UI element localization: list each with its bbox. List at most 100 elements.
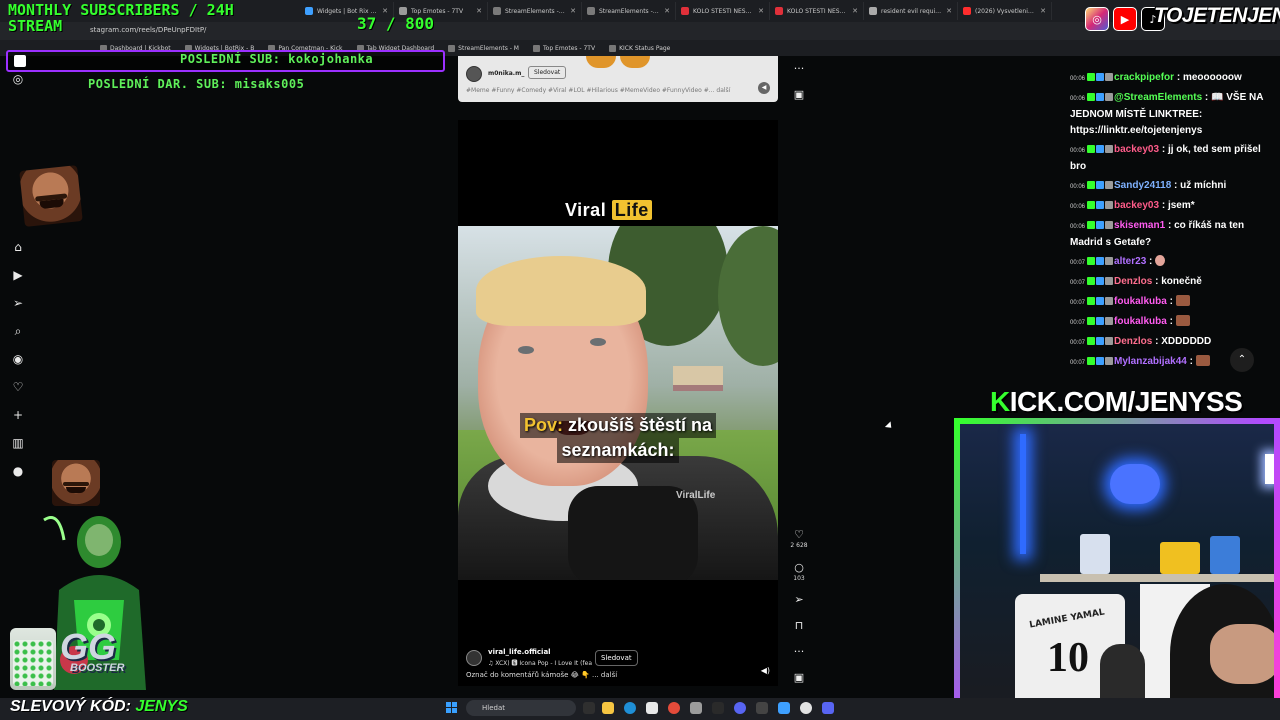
tab-close-icon[interactable]: ✕ [664,7,670,15]
browser-tab[interactable]: KOLO ŠTĚSTÍ NEŠTĚSTÍ✕ [770,2,864,20]
instagram-logo-icon[interactable]: ◎ [11,72,25,86]
chat-separator: : [1165,220,1175,231]
monthly-subs-title-line2: STREAM [8,17,63,35]
chat-username[interactable]: skiseman1 [1114,220,1165,231]
like-button[interactable]: ♡ 2 628 [788,528,810,549]
app-icon-1[interactable] [690,702,702,714]
home-icon[interactable]: ⌂ [11,240,25,254]
chat-emote-icon [1175,295,1190,306]
taskview-icon[interactable] [583,702,595,714]
previous-reel-username[interactable]: m0nika.m_ [488,70,524,77]
app-icon-2[interactable] [712,702,724,714]
chat-username[interactable]: Mylanzabijak44 [1114,356,1187,367]
chat-badge-icon [1096,277,1105,285]
discord-icon[interactable] [734,702,746,714]
chat-username[interactable]: Denzlos [1114,336,1152,347]
store-icon[interactable] [646,702,658,714]
chat-username[interactable]: foukalkuba [1114,316,1167,327]
toy-shape-1 [1080,534,1110,574]
comment-icon[interactable]: ○ [794,561,804,574]
tab-close-icon[interactable]: ✕ [476,7,482,15]
chat-username[interactable]: backey03 [1114,200,1159,211]
previous-reel-follow-button[interactable]: Sledovat [528,66,567,79]
video-watermark: ViralLife [676,490,716,501]
chat-message: 00:06 backey03 : jj ok, ted sem přišel br… [1070,142,1270,175]
create-plus-icon[interactable]: + [11,408,25,422]
chat-message: 00:07 alter23 : [1070,254,1270,271]
audio-thumbnail-icon-2[interactable]: ▣ [788,671,810,684]
browser-tab[interactable]: StreamElements - Tim ✕ [488,2,582,20]
tab-close-icon[interactable]: ✕ [946,7,952,15]
explore-icon[interactable]: ◉ [11,352,25,366]
app-icon-5[interactable] [822,702,834,714]
eye-left-shape [518,346,534,354]
heart-icon[interactable]: ♡ [794,528,804,541]
browser-tab[interactable]: resident evil requiem ✕ [864,2,958,20]
chat-username[interactable]: alter23 [1114,256,1146,267]
chat-username[interactable]: crackpipefor [1114,72,1174,83]
messages-icon[interactable]: ➢ [11,296,25,310]
tab-close-icon[interactable]: ✕ [852,7,858,15]
chat-username[interactable]: Denzlos [1114,276,1152,287]
hair-shape [476,256,646,326]
reel-video[interactable]: ViralLife [458,226,778,580]
chat-badge-icon [1105,93,1114,101]
previous-reel-tags[interactable]: #Meme #Funny #Comedy #Viral #LOL #Hilari… [466,87,730,94]
previous-reel-card[interactable]: m0nika.m_ Sledovat #Meme #Funny #Comedy … [458,56,778,102]
reels-icon[interactable]: ▶ [11,268,25,282]
dashboard-icon[interactable]: ▥ [11,436,25,450]
more-options-icon-2[interactable]: ··· [788,645,810,658]
chrome-icon[interactable] [668,702,680,714]
share-icon[interactable]: ➢ [788,593,810,606]
bookmark-item[interactable]: Top Emotes - 7TV [533,44,595,52]
comment-button[interactable]: ○ 103 [788,561,810,582]
chat-scroll-up-icon[interactable]: ⌃ [1230,348,1254,372]
chat-text: meoooooow [1182,72,1242,83]
chat-badge-icon [1087,277,1096,285]
browser-tab[interactable]: (2026) Vysvetlenie Ep ✕ [958,2,1052,20]
tab-favicon-icon [963,7,971,15]
app-icon-3[interactable] [756,702,768,714]
chat-separator: : [1174,72,1183,83]
edge-icon[interactable] [624,702,636,714]
bookmark-item[interactable]: StreamElements - M [448,44,519,52]
audio-thumbnail-icon[interactable]: ▣ [788,88,810,101]
search-icon[interactable]: ⌕ [11,324,25,338]
reel-volume-icon[interactable]: ◀) [761,666,770,675]
browser-tab[interactable]: StreamElements - Ele ✕ [582,2,676,20]
more-options-icon[interactable]: ··· [788,62,810,75]
app-icon-4[interactable] [778,702,790,714]
save-icon[interactable]: ⊓ [788,619,810,632]
bookmark-item[interactable]: KICK Status Page [609,44,670,52]
emoji-decoration-icon-2 [620,56,650,68]
reel-actions: ··· ▣ ♡ 2 628 ○ 103 ➢ ⊓ ··· ▣ [788,0,810,700]
reel-song[interactable]: ♫ XCX) 🅴 Icona Pop - I Love It (fea [488,658,592,667]
taskbar-search[interactable]: Hledat [466,700,576,716]
chat-badge-icon [1105,317,1114,325]
notifications-heart-icon[interactable]: ♡ [11,380,25,394]
tab-close-icon[interactable]: ✕ [758,7,764,15]
tab-close-icon[interactable]: ✕ [1040,7,1046,15]
chat-time: 00:07 [1070,260,1086,266]
reel-author-avatar[interactable] [466,650,482,666]
windows-start-icon[interactable] [446,702,458,714]
chat-username[interactable]: foukalkuba [1114,296,1167,307]
chat-username[interactable]: Sandy24118 [1114,180,1171,191]
tab-favicon-icon [493,7,501,15]
reel-player[interactable]: Viral Life ViralLife Pov: zkoušíš štěstí… [458,120,778,686]
obs-icon[interactable] [800,702,812,714]
browser-tab[interactable]: KOLO ŠTĚSTÍ NEŠTĚSTÍ✕ [676,2,770,20]
previous-reel-avatar[interactable] [466,66,482,82]
chat-message: 00:07 Denzlos : konečně [1070,274,1270,291]
reel-author-username[interactable]: viral_life.official [488,648,551,656]
reel-description[interactable]: Označ do komentářů kámoše 😂 👇 ... další [466,671,617,679]
explorer-icon[interactable] [602,702,614,714]
chat-time: 00:06 [1070,96,1086,102]
volume-icon[interactable]: ◀ [758,82,770,94]
profile-avatar-icon[interactable]: ● [11,464,25,478]
chat-username[interactable]: backey03 [1114,144,1159,155]
tab-close-icon[interactable]: ✕ [570,7,576,15]
tab-favicon-icon [775,7,783,15]
reel-follow-button[interactable]: Sledovat [595,650,638,666]
chat-username[interactable]: @StreamElements [1114,92,1202,103]
